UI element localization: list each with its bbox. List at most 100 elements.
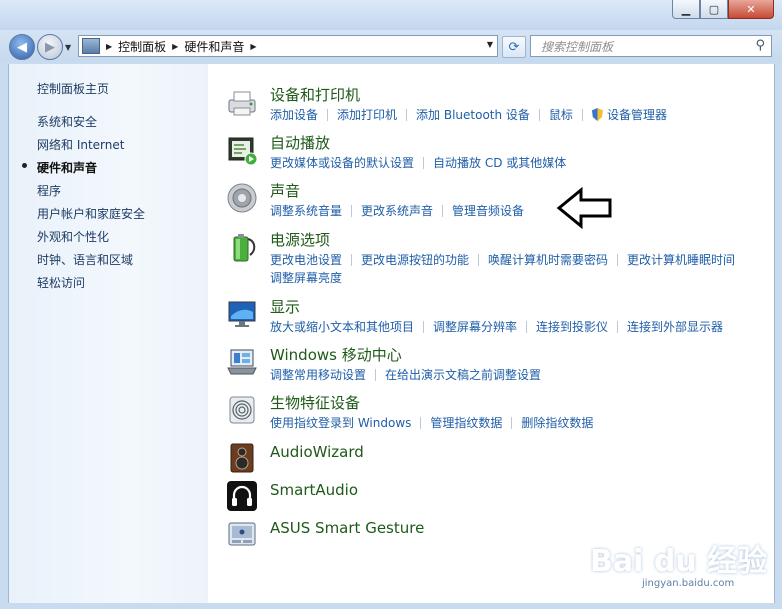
link-fingerprint-logon[interactable]: 使用指纹登录到 Windows [270, 416, 411, 430]
address-bar[interactable]: ▶ 控制面板 ▶ 硬件和声音 ▶ ▼ [78, 35, 498, 57]
link-power-button-function[interactable]: 更改电源按钮的功能 [361, 253, 469, 267]
recent-pages-dropdown-icon[interactable]: ▼ [65, 43, 71, 52]
category-title[interactable]: ASUS Smart Gesture [270, 519, 424, 537]
category-title[interactable]: SmartAudio [270, 481, 358, 499]
category-links: 更改媒体或设备的默认设置 自动播放 CD 或其他媒体 [270, 154, 566, 171]
sidebar-item-appearance[interactable]: 外观和个性化 [37, 228, 109, 245]
link-separator [511, 417, 513, 429]
link-adjust-volume[interactable]: 调整系统音量 [270, 204, 342, 218]
title-bar: ▁ ▢ ✕ [0, 0, 782, 30]
annotation-arrow-icon [556, 187, 612, 229]
link-add-bluetooth-device[interactable]: 添加 Bluetooth 设备 [416, 108, 530, 122]
link-change-battery-settings[interactable]: 更改电池设置 [270, 253, 342, 267]
category-title[interactable]: 生物特征设备 [270, 392, 360, 413]
link-separator [581, 109, 583, 121]
sidebar-item-programs[interactable]: 程序 [37, 182, 61, 199]
breadcrumb-hardware-sound[interactable]: 硬件和声音 [184, 38, 244, 55]
printer-icon [228, 91, 256, 116]
breadcrumb-control-panel[interactable]: 控制面板 [118, 38, 166, 55]
headphones-icon [227, 481, 257, 511]
link-change-sleep-time[interactable]: 更改计算机睡眠时间 [627, 253, 735, 267]
link-adjust-resolution[interactable]: 调整屏幕分辨率 [433, 320, 517, 334]
search-icon[interactable]: ⚲ [755, 38, 765, 53]
close-button[interactable]: ✕ [728, 0, 774, 19]
link-separator [538, 109, 540, 121]
minimize-button[interactable]: ▁ [672, 0, 700, 19]
navigation-toolbar: ◀ ▶ ▼ ▶ 控制面板 ▶ 硬件和声音 ▶ ▼ ⟳ ⚲ [0, 30, 782, 62]
address-dropdown-icon[interactable]: ▼ [487, 40, 493, 49]
link-change-system-sounds[interactable]: 更改系统声音 [361, 204, 433, 218]
sidebar-item-clock-region[interactable]: 时钟、语言和区域 [37, 251, 133, 268]
category-links: 更改电池设置 更改电源按钮的功能 唤醒计算机时需要密码 更改计算机睡眠时间 [270, 251, 735, 268]
link-change-media-defaults[interactable]: 更改媒体或设备的默认设置 [270, 156, 414, 170]
sidebar-item-ease-of-access[interactable]: 轻松访问 [37, 274, 85, 291]
search-box[interactable]: ⚲ [530, 35, 772, 57]
uac-shield-icon [591, 108, 603, 121]
link-mouse[interactable]: 鼠标 [549, 108, 573, 122]
link-separator [420, 417, 422, 429]
link-connect-projector[interactable]: 连接到投影仪 [536, 320, 608, 334]
link-separator [351, 254, 353, 266]
maximize-button[interactable]: ▢ [700, 0, 728, 19]
category-title[interactable]: 自动播放 [270, 132, 330, 153]
category-links: 调整常用移动设置 在给出演示文稿之前调整设置 [270, 366, 541, 383]
link-separator [617, 321, 619, 333]
control-panel-icon [82, 38, 100, 54]
link-separator [478, 254, 480, 266]
link-separator [327, 109, 329, 121]
forward-button[interactable]: ▶ [37, 34, 63, 60]
sidebar-item-home[interactable]: 控制面板主页 [37, 80, 109, 97]
sidebar: 控制面板主页 系统和安全 网络和 Internet 硬件和声音 程序 用户帐户和… [8, 64, 209, 603]
category-links: 调整屏幕亮度 [270, 269, 342, 286]
link-make-text-larger[interactable]: 放大或缩小文本和其他项目 [270, 320, 414, 334]
link-delete-fingerprint-data[interactable]: 删除指纹数据 [521, 416, 593, 430]
link-adjust-brightness[interactable]: 调整屏幕亮度 [270, 271, 342, 285]
link-separator [423, 157, 425, 169]
category-links: 放大或缩小文本和其他项目 调整屏幕分辨率 连接到投影仪 连接到外部显示器 [270, 318, 723, 335]
chevron-right-icon[interactable]: ▶ [106, 42, 112, 51]
category-title[interactable]: 声音 [270, 180, 300, 201]
category-title[interactable]: AudioWizard [270, 443, 364, 461]
link-separator [442, 205, 444, 217]
link-add-device[interactable]: 添加设备 [270, 108, 318, 122]
back-button[interactable]: ◀ [9, 34, 35, 60]
main-content: 设备和打印机 添加设备 添加打印机 添加 Bluetooth 设备 鼠标 设备管理器 自… [208, 64, 775, 603]
category-links: 调整系统音量 更改系统声音 管理音频设备 [270, 202, 524, 219]
chevron-right-icon[interactable]: ▶ [172, 42, 178, 51]
audiowizard-icon [230, 443, 254, 473]
refresh-button[interactable]: ⟳ [502, 36, 526, 58]
link-separator [406, 109, 408, 121]
sidebar-item-network[interactable]: 网络和 Internet [37, 136, 124, 153]
touchpad-icon [228, 522, 256, 546]
search-input[interactable] [539, 37, 743, 57]
category-title[interactable]: 显示 [270, 296, 300, 317]
link-add-printer[interactable]: 添加打印机 [337, 108, 397, 122]
category-title[interactable]: 设备和打印机 [270, 84, 360, 105]
window-controls: ▁ ▢ ✕ [672, 0, 774, 19]
mobility-center-icon [227, 349, 257, 375]
link-adjust-mobility-settings[interactable]: 调整常用移动设置 [270, 368, 366, 382]
monitor-icon [228, 301, 256, 327]
link-manage-audio-devices[interactable]: 管理音频设备 [452, 204, 524, 218]
sidebar-item-hardware-sound: 硬件和声音 [37, 161, 98, 175]
category-links: 使用指纹登录到 Windows 管理指纹数据 删除指纹数据 [270, 414, 593, 431]
link-connect-external-display[interactable]: 连接到外部显示器 [627, 320, 723, 334]
category-title[interactable]: 电源选项 [270, 229, 330, 250]
chevron-right-icon[interactable]: ▶ [250, 42, 256, 51]
baidu-watermark-url: jingyan.baidu.com [642, 578, 735, 589]
link-require-password-wake[interactable]: 唤醒计算机时需要密码 [488, 253, 608, 267]
link-autoplay-cd[interactable]: 自动播放 CD 或其他媒体 [433, 156, 566, 170]
link-device-manager[interactable]: 设备管理器 [607, 108, 667, 122]
sidebar-item-user-accounts[interactable]: 用户帐户和家庭安全 [37, 205, 145, 222]
link-separator [423, 321, 425, 333]
category-links: 添加设备 添加打印机 添加 Bluetooth 设备 鼠标 设备管理器 [270, 106, 667, 123]
fingerprint-icon [229, 396, 255, 424]
category-title[interactable]: Windows 移动中心 [270, 344, 402, 365]
link-separator [375, 369, 377, 381]
link-separator [617, 254, 619, 266]
current-item-bullet [22, 163, 27, 168]
link-manage-fingerprint-data[interactable]: 管理指纹数据 [430, 416, 502, 430]
battery-icon [233, 234, 256, 262]
sidebar-item-system-security[interactable]: 系统和安全 [37, 113, 97, 130]
link-presentation-settings[interactable]: 在给出演示文稿之前调整设置 [385, 368, 541, 382]
